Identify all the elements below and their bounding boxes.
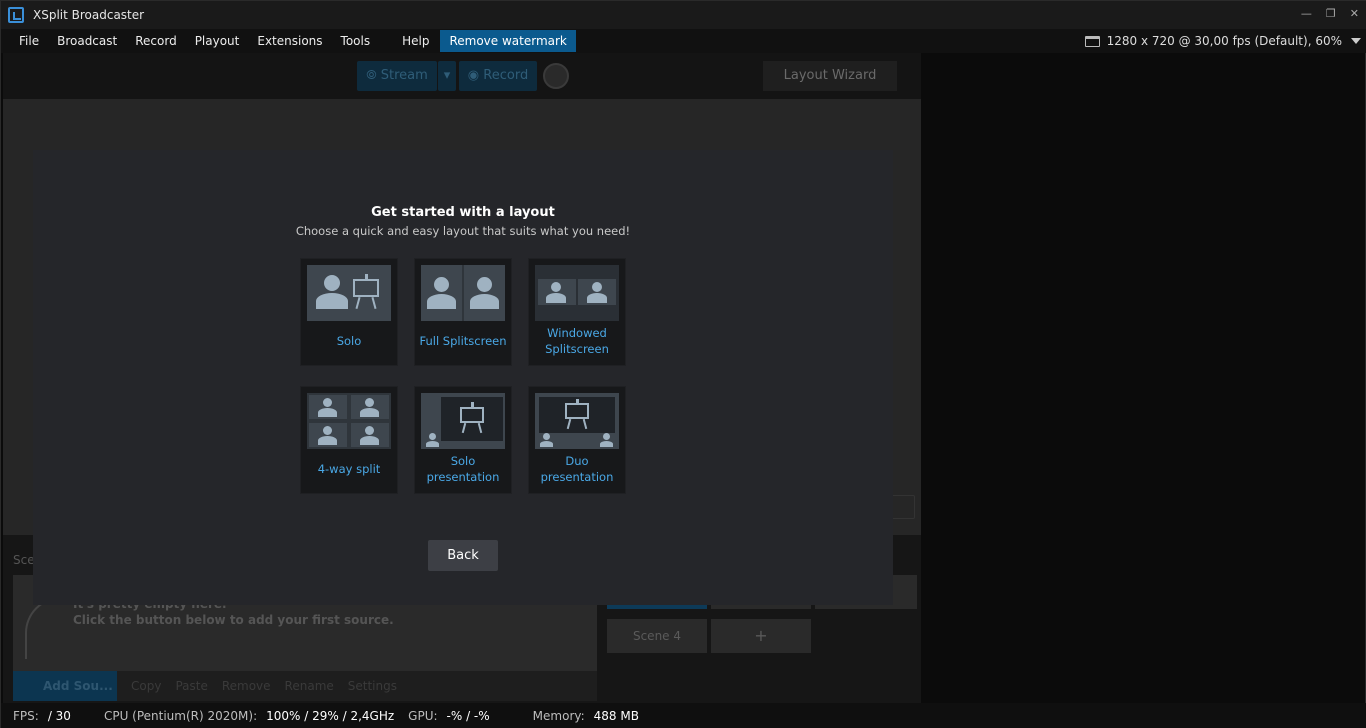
menu-extensions[interactable]: Extensions (248, 30, 331, 52)
paste-button[interactable]: Paste (175, 679, 207, 693)
menu-help[interactable]: Help (393, 30, 438, 52)
camera-icon[interactable] (543, 63, 569, 89)
remove-watermark-button[interactable]: Remove watermark (440, 30, 576, 52)
add-scene-button[interactable]: + (711, 619, 811, 653)
fps-value: / 30 (47, 709, 71, 723)
windowed-splitscreen-thumbnail (535, 265, 619, 321)
remove-button[interactable]: Remove (222, 679, 271, 693)
monitor-icon (1084, 35, 1100, 47)
gpu-label: GPU: (408, 709, 438, 723)
layout-card-solo-presentation[interactable]: Solo presentation (414, 386, 512, 494)
window-controls: — ❐ ✕ (1301, 7, 1359, 20)
scene-dropdown-button[interactable] (891, 495, 915, 519)
layout-label-duo-presentation: Duo presentation (540, 454, 614, 484)
resolution-selector[interactable]: 1280 x 720 @ 30,00 fps (Default), 60% (1084, 29, 1361, 53)
chevron-down-icon (1351, 38, 1361, 44)
four-way-split-thumbnail (307, 393, 391, 449)
layout-label-4-way-split: 4-way split (317, 462, 381, 476)
scene-4-button[interactable]: Scene 4 (607, 619, 707, 653)
scene-label: Sce (13, 553, 35, 567)
app-window: XSplit Broadcaster — ❐ ✕ File Broadcast … (0, 0, 1366, 728)
solo-presentation-thumbnail (421, 393, 505, 449)
menu-broadcast[interactable]: Broadcast (48, 30, 126, 52)
empty-hint-line2: Click the button below to add your first… (73, 613, 394, 627)
layout-label-full-splitscreen: Full Splitscreen (419, 334, 507, 348)
cpu-value: 100% / 29% / 2,4GHz (266, 709, 395, 723)
full-splitscreen-thumbnail (421, 265, 505, 321)
stream-label: Stream (380, 68, 428, 83)
copy-button[interactable]: Copy (131, 679, 161, 693)
toolbar: ⦾ Stream ▾ ◉ Record Layout Wizard (3, 53, 921, 99)
stream-button[interactable]: ⦾ Stream (357, 61, 437, 91)
layout-label-windowed-splitscreen: Windowed Splitscreen (545, 326, 609, 356)
back-button[interactable]: Back (428, 540, 498, 571)
duo-presentation-thumbnail (535, 393, 619, 449)
status-bar: FPS: / 30 CPU (Pentium(R) 2020M): 100% /… (1, 703, 1366, 728)
layout-label-solo: Solo (336, 334, 362, 348)
title-bar: XSplit Broadcaster — ❐ ✕ (1, 1, 1366, 29)
stream-dropdown-button[interactable]: ▾ (438, 61, 456, 91)
record-icon: ◉ (467, 68, 484, 83)
menu-playout[interactable]: Playout (186, 30, 249, 52)
restore-button[interactable]: ❐ (1326, 7, 1336, 20)
add-source-button[interactable]: Add Sou... (13, 671, 117, 701)
memory-label: Memory: (532, 709, 585, 723)
record-button[interactable]: ◉ Record (459, 61, 537, 91)
resolution-text: 1280 x 720 @ 30,00 fps (Default), 60% (1106, 34, 1342, 48)
layout-card-solo[interactable]: Solo (300, 258, 398, 366)
cpu-label: CPU (Pentium(R) 2020M): (103, 709, 258, 723)
minimize-button[interactable]: — (1301, 7, 1312, 20)
layout-card-duo-presentation[interactable]: Duo presentation (528, 386, 626, 494)
rename-button[interactable]: Rename (285, 679, 334, 693)
menu-record[interactable]: Record (126, 30, 185, 52)
broadcast-icon: ⦾ (366, 68, 381, 83)
gpu-value: -% / -% (446, 709, 490, 723)
app-title: XSplit Broadcaster (33, 8, 145, 22)
close-button[interactable]: ✕ (1350, 7, 1359, 20)
dialog-subtitle: Choose a quick and easy layout that suit… (295, 224, 631, 238)
xsplit-logo-icon (8, 7, 24, 23)
chevron-down-icon: ▾ (443, 68, 451, 83)
layout-card-windowed-splitscreen[interactable]: Windowed Splitscreen (528, 258, 626, 366)
menu-bar: File Broadcast Record Playout Extensions… (1, 29, 1366, 53)
layout-dialog: Get started with a layout Choose a quick… (33, 150, 893, 605)
source-action-bar: Add Sou... Copy Paste Remove Rename Sett… (13, 671, 597, 701)
fps-label: FPS: (13, 709, 39, 723)
record-label: Record (483, 68, 529, 83)
menu-file[interactable]: File (10, 30, 48, 52)
layout-label-solo-presentation: Solo presentation (426, 454, 500, 484)
layout-card-full-splitscreen[interactable]: Full Splitscreen (414, 258, 512, 366)
arrow-hint-icon (25, 597, 61, 659)
memory-value: 488 MB (593, 709, 639, 723)
solo-thumbnail (307, 265, 391, 321)
menu-tools[interactable]: Tools (332, 30, 380, 52)
dialog-title: Get started with a layout (371, 205, 555, 220)
layout-wizard-button[interactable]: Layout Wizard (763, 61, 897, 91)
settings-button[interactable]: Settings (348, 679, 397, 693)
layout-card-4-way-split[interactable]: 4-way split (300, 386, 398, 494)
